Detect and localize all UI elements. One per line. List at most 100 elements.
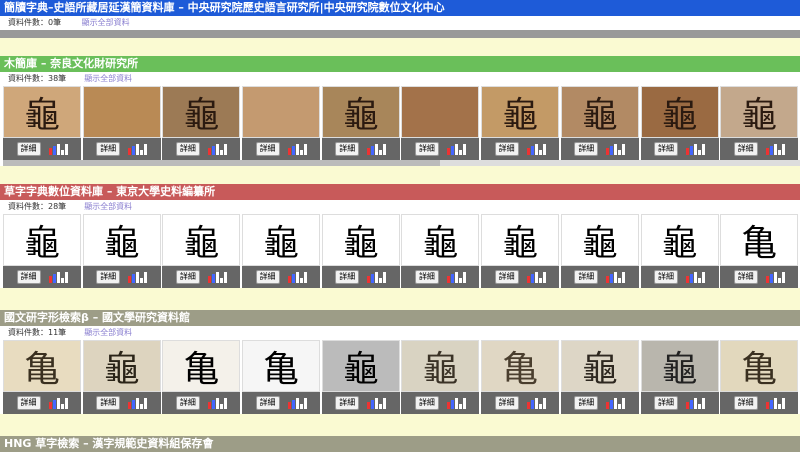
show-all-link[interactable]: 顯示全部資料 [84, 202, 132, 211]
glyph-image[interactable]: 龜 [640, 214, 719, 266]
compare-icon[interactable] [128, 143, 148, 155]
compare-icon[interactable] [207, 143, 227, 155]
glyph-image[interactable]: 龜 [162, 86, 241, 138]
details-button[interactable]: 詳細 [175, 396, 200, 410]
details-button[interactable]: 詳細 [733, 142, 758, 156]
details-button[interactable]: 詳細 [335, 142, 360, 156]
details-button[interactable]: 詳細 [255, 396, 280, 410]
details-button[interactable]: 詳細 [96, 396, 121, 410]
compare-icon[interactable] [686, 397, 705, 409]
compare-icon[interactable] [446, 143, 466, 155]
compare-icon[interactable] [606, 397, 626, 409]
glyph-image[interactable]: 亀 [3, 340, 81, 392]
details-button[interactable]: 詳細 [255, 270, 280, 284]
glyph-image[interactable]: 龜 [401, 214, 480, 266]
compare-icon[interactable] [48, 143, 68, 155]
compare-icon[interactable] [207, 397, 227, 409]
compare-icon[interactable] [128, 271, 148, 283]
details-button[interactable]: 詳細 [16, 142, 41, 156]
glyph-card: 龜詳細 [481, 86, 560, 160]
glyph-image[interactable]: 亀 [720, 340, 799, 392]
glyph-image[interactable]: 亀 [162, 340, 241, 392]
glyph-image[interactable]: 亀 [242, 340, 321, 392]
compare-icon[interactable] [686, 143, 705, 155]
compare-icon[interactable] [48, 271, 68, 283]
details-button[interactable]: 詳細 [175, 270, 200, 284]
compare-icon[interactable] [287, 397, 307, 409]
glyph-image[interactable]: 龜 [481, 214, 560, 266]
compare-icon[interactable] [446, 397, 466, 409]
glyph-image[interactable]: 亀 [720, 214, 799, 266]
details-button[interactable]: 詳細 [335, 270, 360, 284]
details-button[interactable]: 詳細 [255, 142, 280, 156]
glyph-image[interactable]: 龜 [321, 86, 400, 138]
compare-icon[interactable] [367, 271, 387, 283]
compare-icon[interactable] [207, 271, 227, 283]
details-button[interactable]: 詳細 [733, 270, 758, 284]
glyph-image[interactable]: 龜 [481, 86, 560, 138]
compare-icon[interactable] [765, 271, 785, 283]
glyph-image[interactable]: 龜 [82, 214, 161, 266]
compare-icon[interactable] [446, 271, 466, 283]
glyph-image[interactable]: 龜 [560, 214, 639, 266]
glyph-image[interactable]: 龜 [720, 86, 799, 138]
compare-icon[interactable] [606, 271, 626, 283]
details-button[interactable]: 詳細 [494, 396, 519, 410]
compare-icon[interactable] [128, 397, 148, 409]
compare-icon[interactable] [367, 143, 387, 155]
details-button[interactable]: 詳細 [175, 142, 200, 156]
details-button[interactable]: 詳細 [414, 142, 439, 156]
scrollbar-thumb[interactable] [3, 160, 440, 166]
glyph-image[interactable]: 龜 [242, 214, 321, 266]
glyph-character: 龜 [581, 223, 618, 264]
compare-icon[interactable] [287, 271, 307, 283]
glyph-image[interactable]: 龜 [3, 214, 81, 266]
details-button[interactable]: 詳細 [574, 142, 599, 156]
compare-icon[interactable] [526, 143, 546, 155]
show-all-link[interactable]: 顯示全部資料 [82, 18, 130, 27]
compare-icon[interactable] [526, 271, 546, 283]
compare-icon[interactable] [287, 143, 307, 155]
details-button[interactable]: 詳細 [96, 142, 121, 156]
compare-icon[interactable] [686, 271, 705, 283]
glyph-image[interactable] [242, 86, 321, 138]
card-action-bar: 詳細 [720, 392, 799, 414]
compare-icon[interactable] [765, 143, 785, 155]
glyph-image[interactable]: 龜 [560, 340, 639, 392]
compare-icon[interactable] [765, 397, 785, 409]
glyph-image[interactable] [82, 86, 161, 138]
details-button[interactable]: 詳細 [16, 270, 41, 284]
glyph-image[interactable]: 龜 [321, 214, 400, 266]
show-all-link[interactable]: 顯示全部資料 [84, 328, 132, 337]
glyph-image[interactable]: 亀 [481, 340, 560, 392]
glyph-image[interactable]: 龜 [82, 340, 161, 392]
details-button[interactable]: 詳細 [414, 270, 439, 284]
horizontal-scrollbar[interactable] [3, 160, 800, 166]
details-button[interactable]: 詳細 [414, 396, 439, 410]
glyph-image[interactable]: 龜 [640, 86, 719, 138]
details-button[interactable]: 詳細 [654, 142, 678, 156]
compare-icon[interactable] [606, 143, 626, 155]
details-button[interactable]: 詳細 [574, 396, 599, 410]
details-button[interactable]: 詳細 [654, 396, 678, 410]
glyph-image[interactable]: 龜 [321, 340, 400, 392]
details-button[interactable]: 詳細 [96, 270, 121, 284]
compare-icon[interactable] [367, 397, 387, 409]
compare-icon[interactable] [48, 397, 68, 409]
glyph-image[interactable]: 龜 [3, 86, 81, 138]
details-button[interactable]: 詳細 [654, 270, 678, 284]
details-button[interactable]: 詳細 [16, 396, 41, 410]
glyph-image[interactable]: 龜 [162, 214, 241, 266]
glyph-image[interactable]: 龜 [560, 86, 639, 138]
section-title: 國文研字形檢索β – 國文學研究資料館 [4, 311, 191, 324]
show-all-link[interactable]: 顯示全部資料 [84, 74, 132, 83]
details-button[interactable]: 詳細 [335, 396, 360, 410]
details-button[interactable]: 詳細 [733, 396, 758, 410]
details-button[interactable]: 詳細 [574, 270, 599, 284]
glyph-image[interactable]: 龜 [640, 340, 719, 392]
details-button[interactable]: 詳細 [494, 270, 519, 284]
glyph-image[interactable] [401, 86, 480, 138]
glyph-image[interactable]: 龜 [401, 340, 480, 392]
compare-icon[interactable] [526, 397, 546, 409]
details-button[interactable]: 詳細 [494, 142, 519, 156]
